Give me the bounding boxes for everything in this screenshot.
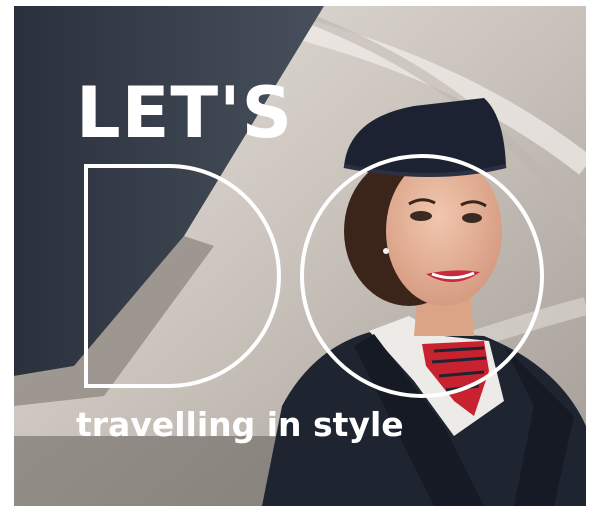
face xyxy=(386,156,502,306)
earring xyxy=(383,248,389,254)
tagline: travelling in style xyxy=(76,405,404,444)
ad-photo: LET'S travelling in style DO xyxy=(14,6,586,506)
eye-right xyxy=(462,213,482,223)
ad-frame: LET'S travelling in style DO xyxy=(0,0,592,513)
eye-left xyxy=(410,211,432,221)
headline-lets: LET'S xyxy=(76,72,294,154)
